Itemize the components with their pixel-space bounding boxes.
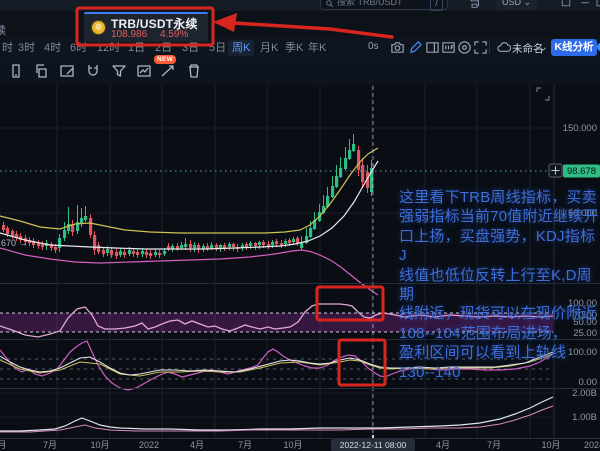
annotation-line: 这里看下TRB周线指标，买卖 [399,188,600,207]
clipboard-icon[interactable] [8,63,24,79]
trend-arrow-icon[interactable] [160,63,176,79]
cloud-icon [496,40,511,55]
magnet-icon[interactable] [85,63,101,79]
kline-analysis-button[interactable]: K线分析 [551,39,597,56]
pencil-icon[interactable] [408,40,423,55]
annotation-line: 108--104范围布局进场， [399,324,600,343]
camera-icon[interactable] [390,40,405,55]
window-maximize-icon[interactable] [560,0,572,8]
annotation-line: 盈利区间可以看到上轨线 [399,343,600,362]
analysis-annotation-text: 这里看下TRB周线指标，买卖强弱指标当前70值附近继续开口上扬，买盘强势，KDJ… [399,188,600,382]
axis-label: 7月 [43,440,57,450]
annotation-line: 130--140 [399,363,600,382]
symbol-badge[interactable]: TRB/USDT永续 108.986 4.59% [84,12,208,42]
toolbar-divider [489,41,490,54]
axis-label: 7月 [238,440,252,450]
gif-icon[interactable] [441,40,456,55]
search-input[interactable]: 搜索 TRB/USDT [320,0,448,10]
axis-label: 2022 [139,440,159,450]
search-icon [325,0,334,8]
trading-terminal: { "topbar": {"search_placeholder":"搜索 TR… [0,0,600,451]
fullscreen-icon[interactable] [473,40,488,55]
coin-logo [91,20,106,35]
interval-countdown[interactable]: 0s [368,41,379,52]
axis-label: 10月 [90,440,109,450]
drawing-toolbar: NEW [0,58,600,85]
axis-label: 月 [0,440,7,450]
chevron-down-icon[interactable] [538,44,548,54]
axis-label: 98.678 [567,166,596,177]
window-restore-icon[interactable] [594,0,600,8]
symbol-price: 108.986 [111,29,147,40]
annotation-line: 口上扬，买盘强势，KDJ指标J [399,227,600,266]
clipped-tab-fragment: 续 [0,22,6,38]
trash-icon[interactable] [186,63,202,79]
printer-icon[interactable] [468,0,481,9]
axis-label: 2.00B [572,388,597,399]
filter-icon[interactable] [111,63,127,79]
axis-label: 7月 [487,440,501,450]
edit-note-icon[interactable] [59,63,75,79]
target-icon[interactable] [457,40,472,55]
axis-label: 10月 [283,440,302,450]
search-placeholder: 搜索 TRB/USDT [337,0,403,8]
axis-label: 2024 [584,440,600,450]
search-shortcut-key: / [430,0,443,11]
image-edit-icon[interactable] [136,63,152,79]
annotation-line: 线值也低位反转上行至K,D周期 [399,266,600,305]
badge-active-indicator [84,12,208,14]
add-pane-icon[interactable] [425,40,440,55]
copy-icon[interactable] [33,63,49,79]
symbol-change: 4.59% [160,29,188,40]
axis-label: 4月 [190,440,204,450]
annotation-line: 强弱指标当前70值附近继续开 [399,207,600,226]
price-marker-label: 670 → [1,238,28,248]
window-minimize-icon[interactable] [579,0,591,8]
axis-label: 150.000 [563,123,597,134]
axis-label: 4月 [436,440,450,450]
axis-label: 2022-12-11 08:00 [340,440,407,450]
annotation-line: 线附近，现货可以在现价附近 [399,304,600,323]
app-top-bar: 搜索 TRB/USDT / USD ⌄ [0,0,600,11]
axis-label: 1.00B [572,412,597,423]
currency-selector[interactable]: USD ⌄ [496,0,537,10]
axis-label: 10月 [541,440,560,450]
